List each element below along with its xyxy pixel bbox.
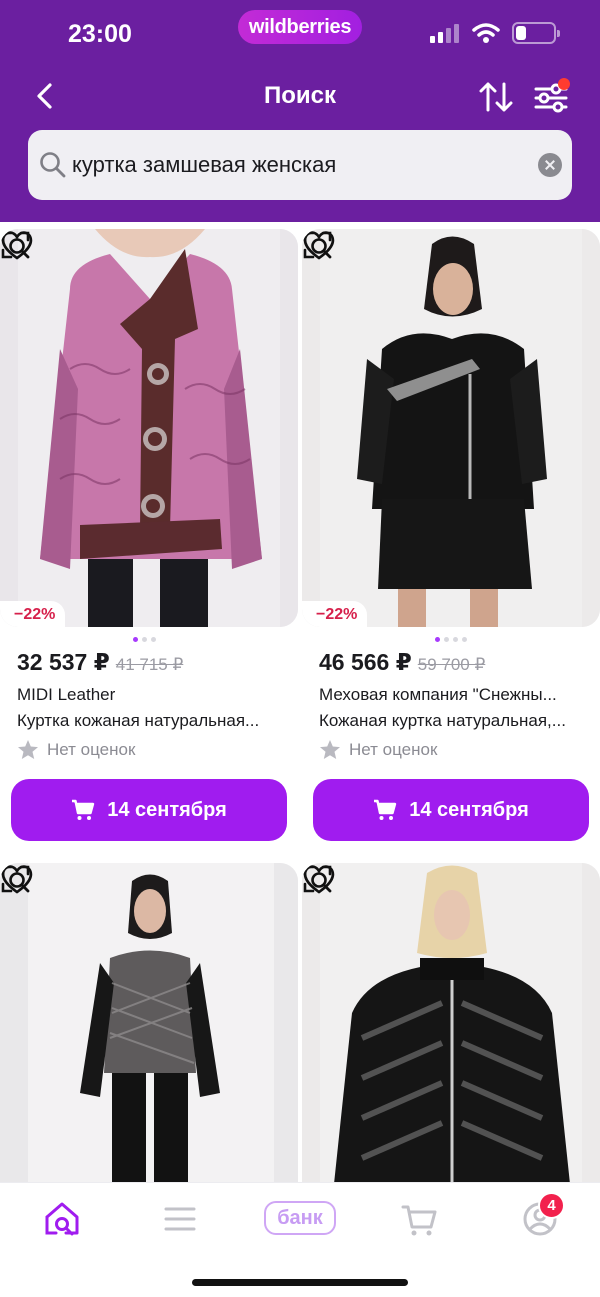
sort-icon[interactable] — [478, 80, 514, 114]
filter-button[interactable] — [532, 78, 572, 116]
star-icon — [18, 740, 38, 759]
heart-icon[interactable] — [302, 863, 336, 895]
product-brand: MIDI Leather — [17, 685, 116, 704]
delivery-date: 14 сентября — [409, 798, 529, 821]
price-row: 32 537 ₽ 41 715 ₽ — [17, 649, 183, 676]
star-icon — [320, 740, 340, 759]
price: 32 537 ₽ — [17, 649, 110, 675]
jacket-photo — [302, 863, 600, 1182]
status-time: 23:00 — [68, 20, 132, 48]
product-grid[interactable]: −22% 32 537 ₽ 41 715 ₽ MIDI Leather Курт… — [0, 222, 600, 1182]
search-query[interactable]: куртка замшевая женская — [72, 152, 336, 178]
heart-icon[interactable] — [302, 229, 336, 261]
add-to-cart-button[interactable]: 14 сентября — [313, 779, 589, 841]
product-title: Кожаная куртка натуральная,... — [319, 711, 566, 730]
jacket-photo — [302, 229, 600, 627]
clear-icon[interactable] — [538, 153, 562, 177]
cart-icon[interactable] — [400, 1199, 440, 1239]
bank-tab[interactable]: банк — [264, 1201, 336, 1235]
wifi-icon — [472, 23, 500, 43]
product-image[interactable] — [0, 863, 298, 1182]
product-image[interactable] — [302, 863, 600, 1182]
old-price: 41 715 ₽ — [115, 655, 184, 674]
search-input[interactable]: куртка замшевая женская — [28, 130, 572, 200]
back-chevron-icon[interactable] — [30, 80, 62, 112]
old-price: 59 700 ₽ — [417, 655, 486, 674]
profile-badge: 4 — [538, 1192, 565, 1219]
discount-badge: −22% — [0, 601, 66, 627]
image-pager — [435, 637, 467, 642]
filter-active-dot — [558, 78, 570, 90]
heart-icon[interactable] — [0, 863, 34, 895]
jacket-photo — [0, 229, 298, 627]
home-search-icon[interactable] — [42, 1199, 82, 1239]
catalog-icon[interactable] — [160, 1199, 200, 1239]
product-image[interactable]: −22% — [0, 229, 298, 627]
discount-badge: −22% — [302, 601, 368, 627]
delivery-date: 14 сентября — [107, 798, 227, 821]
signal-icon — [430, 24, 459, 43]
add-to-cart-button[interactable]: 14 сентября — [11, 779, 287, 841]
rating: Нет оценок — [319, 739, 437, 760]
rating: Нет оценок — [17, 739, 135, 760]
home-indicator[interactable] — [192, 1279, 408, 1286]
cart-icon — [374, 799, 397, 820]
price: 46 566 ₽ — [319, 649, 412, 675]
heart-icon[interactable] — [0, 229, 34, 261]
jacket-photo — [0, 863, 298, 1182]
app-header: 23:00 wildberries Поиск куртка замшевая … — [0, 0, 600, 222]
rating-text: Нет оценок — [47, 739, 136, 759]
product-title: Куртка кожаная натуральная... — [17, 711, 260, 730]
product-image[interactable]: −22% — [302, 229, 600, 627]
status-icons — [430, 22, 560, 44]
brand-logo: wildberries — [238, 10, 362, 44]
product-brand: Меховая компания "Снежны... — [319, 685, 557, 704]
cart-icon — [72, 799, 95, 820]
battery-icon — [512, 22, 560, 44]
image-pager — [133, 637, 156, 642]
search-icon — [40, 152, 66, 178]
rating-text: Нет оценок — [349, 739, 438, 759]
price-row: 46 566 ₽ 59 700 ₽ — [319, 649, 485, 676]
